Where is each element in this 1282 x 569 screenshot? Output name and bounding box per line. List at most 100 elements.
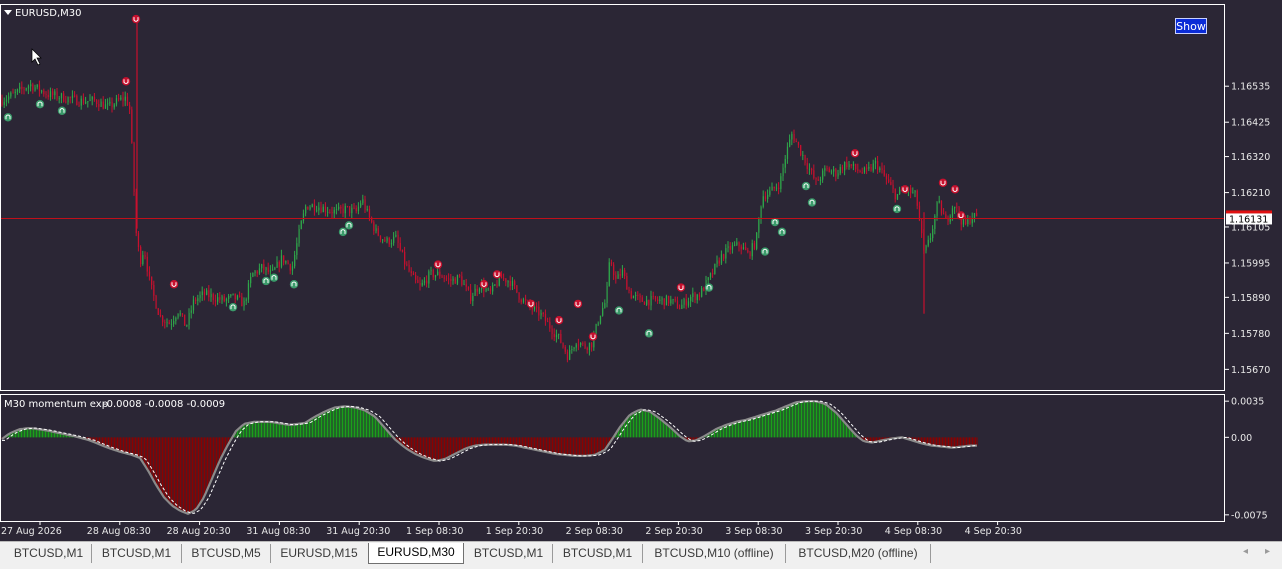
candle-body xyxy=(503,278,505,280)
candle-body xyxy=(663,298,665,306)
price-tick-label: 1.16210 xyxy=(1231,188,1270,199)
up-arrow-icon xyxy=(269,273,279,282)
candle-body xyxy=(71,95,74,99)
candle-body xyxy=(122,97,124,101)
candle-body xyxy=(230,294,232,296)
chart-canvas[interactable]: EURUSD,M30 M30 momentum exp -0.0008 -0.0… xyxy=(0,0,1282,541)
candle-body xyxy=(507,280,509,283)
tab-btcusd-m1-c[interactable]: BTCUSD,M1 xyxy=(465,544,553,563)
candle-body xyxy=(661,298,663,300)
indicator-pane-border xyxy=(0,394,1225,522)
candle-body xyxy=(456,275,459,284)
arrow-circle xyxy=(492,270,502,279)
candle-body xyxy=(355,207,357,212)
tab-btcusd-m1-b[interactable]: BTCUSD,M1 xyxy=(92,544,182,563)
candle-body xyxy=(434,275,437,278)
candle-body xyxy=(309,207,311,210)
candle-body xyxy=(397,234,399,243)
candle-body xyxy=(91,97,93,100)
arrow-circle xyxy=(261,276,271,286)
price-axis: 1.165351.164251.163201.162101.161051.159… xyxy=(1225,82,1270,376)
symbol-menu-icon[interactable] xyxy=(4,10,12,15)
candle-body xyxy=(551,328,553,335)
candle-body xyxy=(912,192,914,194)
candle-body xyxy=(837,173,839,177)
candle-body xyxy=(113,104,115,108)
candle-body xyxy=(258,268,261,274)
tab-btcusd-m1-d[interactable]: BTCUSD,M1 xyxy=(553,544,643,563)
arrow-circle xyxy=(588,332,598,341)
candle-body xyxy=(793,133,795,142)
candle-body xyxy=(267,267,269,272)
tab-btcusd-m10-offline[interactable]: BTCUSD,M10 (offline) xyxy=(643,544,786,563)
candle-body xyxy=(144,255,146,257)
indicator-tick-label: 0.0035 xyxy=(1231,397,1264,408)
candle-body xyxy=(201,291,203,296)
arrow-circle xyxy=(57,106,67,115)
tab-eurusd-m15[interactable]: EURUSD,M15 xyxy=(271,544,367,563)
candle-body xyxy=(203,291,206,295)
candle-body xyxy=(206,290,208,295)
candle-body xyxy=(549,321,551,329)
tab-eurusd-m30[interactable]: EURUSD,M30 xyxy=(368,543,464,564)
chart-window[interactable]: EURUSD,M30 M30 momentum exp -0.0008 -0.0… xyxy=(0,0,1282,541)
candle-body xyxy=(324,206,327,212)
candle-body xyxy=(553,334,555,338)
candle-body xyxy=(188,312,190,326)
candle-body xyxy=(846,162,848,168)
candle-body xyxy=(126,96,129,106)
time-tick-label: 28 Aug 20:30 xyxy=(167,526,231,537)
candle-body xyxy=(894,189,896,200)
candle-body xyxy=(232,293,234,295)
candle-body xyxy=(718,260,720,264)
candles xyxy=(1,22,978,363)
candle-body xyxy=(533,306,536,310)
candle-body xyxy=(221,296,223,300)
tabs-scroll-left-icon[interactable]: ◂ xyxy=(1243,546,1248,557)
candle-body xyxy=(346,206,349,207)
tab-btcusd-m20-offline[interactable]: BTCUSD,M20 (offline) xyxy=(786,544,931,563)
candle-body xyxy=(520,299,522,303)
candle-body xyxy=(811,168,813,171)
candle-body xyxy=(632,296,635,299)
candle-body xyxy=(274,267,276,270)
up-arrow-icon xyxy=(57,106,67,115)
candle-body xyxy=(375,228,377,232)
arrow-circle xyxy=(614,306,624,315)
arrow-circle xyxy=(777,227,787,237)
candle-body xyxy=(124,96,126,101)
candle-body xyxy=(808,168,811,170)
candle-body xyxy=(382,239,384,241)
candle-body xyxy=(100,101,102,107)
tab-btcusd-m5[interactable]: BTCUSD,M5 xyxy=(182,544,271,563)
candle-body xyxy=(635,295,637,297)
down-arrow-icon xyxy=(554,316,564,325)
candle-body xyxy=(8,96,10,100)
candle-body xyxy=(208,290,210,298)
candle-body xyxy=(672,299,674,300)
candle-body xyxy=(223,296,225,302)
tab-btcusd-m1-a[interactable]: BTCUSD,M1 xyxy=(6,544,92,563)
candle-body xyxy=(863,167,866,173)
candle-body xyxy=(573,347,575,350)
candle-body xyxy=(775,187,778,189)
arrow-circle xyxy=(169,280,179,289)
candle-body xyxy=(542,312,544,315)
candle-body xyxy=(714,263,716,274)
show-button[interactable]: Show xyxy=(1175,18,1207,34)
candle-body xyxy=(445,278,448,280)
candle-body xyxy=(21,86,23,89)
indicator-tick-label: -0.0075 xyxy=(1231,510,1268,521)
candle-body xyxy=(461,276,463,285)
candle-body xyxy=(608,262,610,286)
candle-body xyxy=(377,228,379,236)
tabs-scroll-right-icon[interactable]: ▸ xyxy=(1265,546,1270,557)
candle-body xyxy=(584,343,586,348)
candle-body xyxy=(668,295,670,304)
up-arrow-icon xyxy=(289,280,299,289)
candle-body xyxy=(582,343,584,344)
candle-body xyxy=(522,299,525,303)
candle-body xyxy=(538,306,540,316)
candle-body xyxy=(828,168,830,173)
arrow-circle xyxy=(900,185,910,194)
